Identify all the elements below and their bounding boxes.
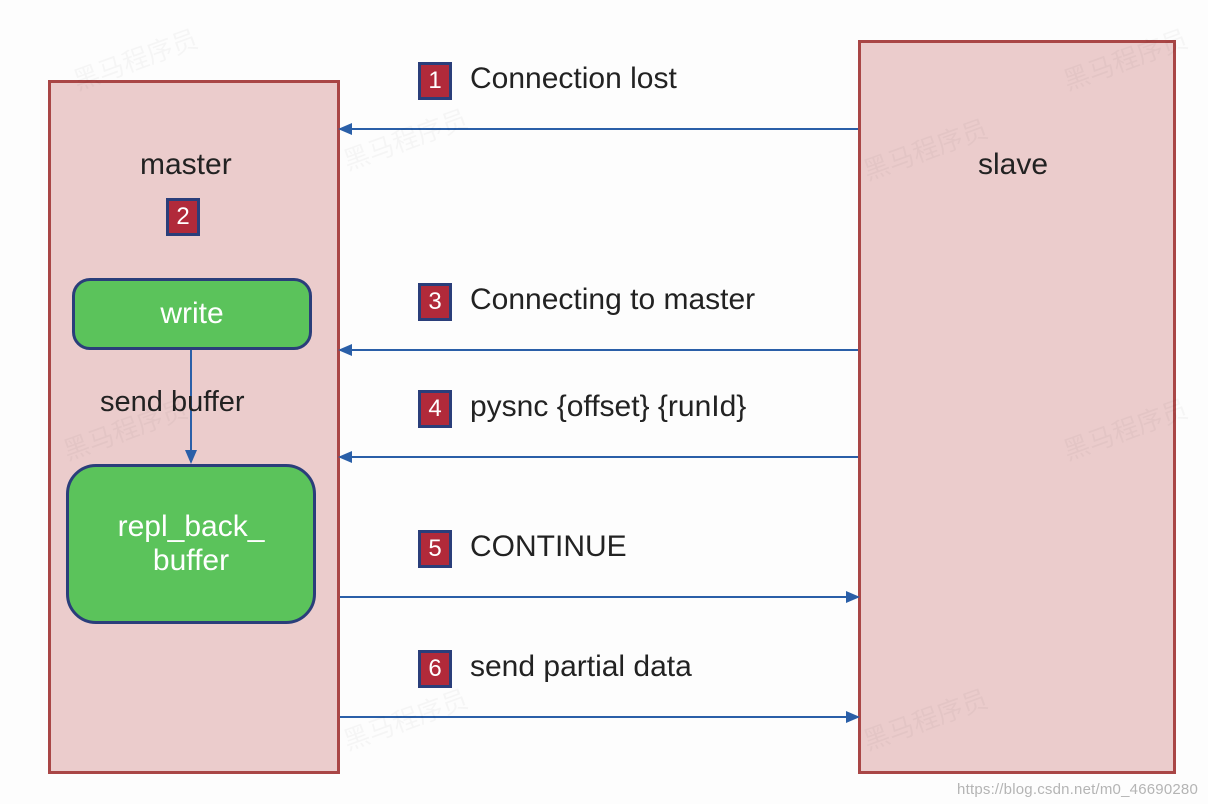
- ghost-watermark: 黑马程序员: [338, 99, 473, 178]
- arrow-step-5: [340, 596, 858, 598]
- ghost-watermark: 黑马程序员: [338, 679, 473, 758]
- step-5-badge: 5: [418, 530, 452, 568]
- write-box: write: [72, 278, 312, 350]
- step-3-badge: 3: [418, 283, 452, 321]
- arrow-step-6: [340, 716, 858, 718]
- write-label: write: [160, 297, 223, 332]
- arrow-step-4: [340, 456, 858, 458]
- repl-back-buffer-box: repl_back_ buffer: [66, 464, 316, 624]
- repl-back-buffer-label: repl_back_ buffer: [118, 510, 265, 579]
- step-3-text: Connecting to master: [470, 283, 755, 317]
- step-1-badge: 1: [418, 62, 452, 100]
- step-2-badge: 2: [166, 198, 200, 236]
- step-1-text: Connection lost: [470, 62, 677, 96]
- step-4-text: pysnc {offset} {runId}: [470, 390, 746, 424]
- source-watermark: https://blog.csdn.net/m0_46690280: [957, 781, 1198, 798]
- master-box: [48, 80, 340, 774]
- send-buffer-label: send buffer: [100, 386, 245, 419]
- step-6-badge: 6: [418, 650, 452, 688]
- arrow-step-1: [340, 128, 858, 130]
- step-5-text: CONTINUE: [470, 530, 627, 564]
- step-6-text: send partial data: [470, 650, 692, 684]
- master-title: master: [140, 148, 232, 182]
- step-4-badge: 4: [418, 390, 452, 428]
- arrow-step-3: [340, 349, 858, 351]
- slave-title: slave: [978, 148, 1048, 182]
